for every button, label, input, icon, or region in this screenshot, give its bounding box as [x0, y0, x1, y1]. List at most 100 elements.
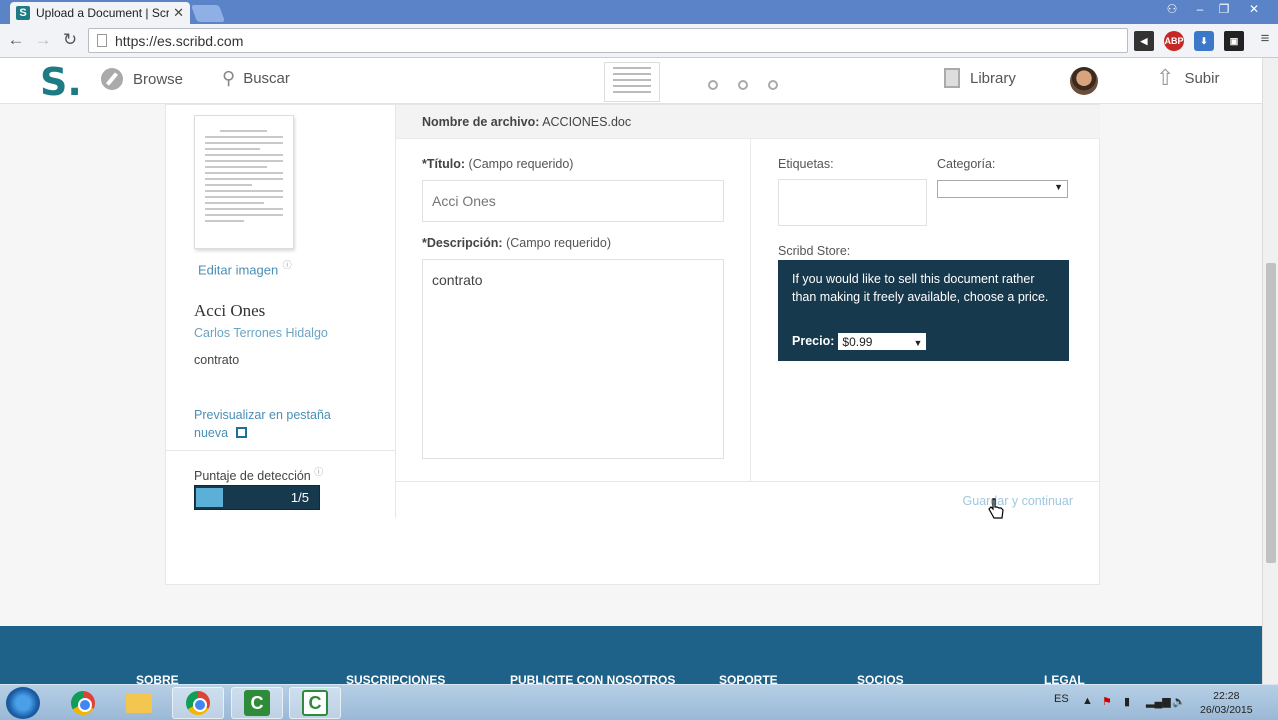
close-window-icon[interactable]: ✕ [1242, 2, 1266, 16]
form-side: Etiquetas: Categoría: ▼ Scribd Store: If… [751, 139, 1100, 481]
scribd-store-panel: If you would like to sell this document … [778, 260, 1069, 361]
score-label: Puntaje de detección [194, 469, 311, 484]
volume-icon[interactable]: 🔈 [1172, 695, 1186, 708]
scribd-logo[interactable]: S. [40, 60, 82, 104]
taskbar-camtasia-recorder[interactable]: C [289, 687, 341, 719]
extension-icon[interactable]: ▣ [1224, 31, 1244, 51]
minimize-icon[interactable]: – [1188, 2, 1212, 16]
price-label: Precio: [792, 334, 835, 348]
windows-taskbar: C C ES ▲ ⚑ ▮ ▂▄▆ 🔈 22:28 26/03/2015 [0, 684, 1278, 720]
network-icon[interactable]: ▂▄▆ [1146, 695, 1171, 708]
upload-label: Subir [1184, 69, 1220, 87]
upload-card: Editar imagen ⓘ Acci Ones Carlos Terrone… [165, 104, 1100, 585]
tags-label: Etiquetas: [778, 157, 834, 171]
site-header: S. Browse ⚲ Buscar Library ⇧ Subir [0, 58, 1262, 104]
form-main: *Título: (Campo requerido) *Descripción:… [396, 139, 751, 481]
score-value: 1/5 [290, 490, 309, 505]
price-row: Precio: $0.99 ▼ [792, 332, 927, 350]
show-hidden-icons-icon[interactable]: ▲ [1082, 695, 1093, 707]
system-clock[interactable]: 22:28 26/03/2015 [1200, 689, 1253, 717]
language-indicator[interactable]: ES [1054, 693, 1069, 705]
action-center-icon[interactable]: ⚑ [1102, 695, 1112, 708]
page-scrollbar[interactable] [1262, 58, 1278, 686]
url-text: https://es.scribd.com [115, 32, 244, 49]
upload-icon: ⇧ [1156, 65, 1175, 90]
profile-icon[interactable]: ⚇ [1160, 2, 1184, 16]
search-icon: ⚲ [222, 68, 236, 88]
filename-bar: Nombre de archivo: ACCIONES.doc [396, 105, 1100, 139]
taskbar-chrome[interactable] [57, 687, 109, 719]
address-bar[interactable]: https://es.scribd.com [88, 28, 1128, 53]
tags-input[interactable] [778, 179, 927, 226]
power-icon[interactable]: ▮ [1124, 695, 1130, 708]
adblock-plus-icon[interactable]: ABP [1164, 31, 1184, 51]
camtasia-recorder-icon: C [302, 690, 328, 716]
taskbar-chrome-active[interactable] [172, 687, 224, 719]
menu-icon[interactable]: ≡ [1254, 30, 1276, 47]
hand-cursor-icon [988, 498, 1004, 519]
step-dot [768, 80, 778, 90]
score-label-wrap: Puntaje de detección ⓘ [194, 465, 323, 483]
price-select[interactable]: $0.99 ▼ [838, 332, 927, 350]
site-footer: SOBRE SUSCRIPCIONES PUBLICITE CON NOSOTR… [0, 626, 1265, 687]
step-dot [708, 80, 718, 90]
page-icon [97, 34, 107, 47]
preview-label: Previsualizar en pestaña nueva [194, 408, 331, 440]
description-textarea[interactable]: contrato [422, 259, 724, 459]
browse-link[interactable]: Browse [101, 68, 183, 90]
progress-steps [708, 80, 778, 90]
browser-titlebar: S Upload a Document | Scri ✕ ⚇ – ❐ ✕ [0, 0, 1278, 24]
search-link[interactable]: ⚲ Buscar [222, 68, 290, 89]
category-label: Categoría: [937, 157, 996, 171]
author-link[interactable]: Carlos Terrones Hidalgo [194, 326, 328, 340]
preview-new-tab-link[interactable]: Previsualizar en pestaña nueva [194, 406, 364, 442]
browser-tab[interactable]: S Upload a Document | Scri ✕ [10, 2, 190, 24]
document-summary: Editar imagen ⓘ Acci Ones Carlos Terrone… [166, 105, 396, 518]
document-title: Acci Ones [194, 301, 266, 320]
category-select[interactable]: ▼ [937, 180, 1068, 198]
download-extension-icon[interactable]: ⬇ [1194, 31, 1214, 51]
scrollbar-thumb[interactable] [1266, 263, 1276, 563]
taskbar-camtasia[interactable]: C [231, 687, 283, 719]
document-description: contrato [194, 353, 240, 367]
edit-image-label: Editar imagen [198, 262, 279, 278]
new-tab-button[interactable] [190, 5, 226, 22]
search-label: Buscar [243, 70, 290, 87]
score-fill [196, 488, 223, 507]
dropdown-arrow-icon: ▼ [913, 337, 923, 348]
document-preview-thumbnail[interactable] [604, 62, 660, 102]
back-arrow-icon[interactable]: ← [5, 30, 27, 50]
chrome-icon [186, 691, 210, 715]
title-hint: (Campo requerido) [468, 157, 574, 171]
filename-value: ACCIONES.doc [542, 115, 632, 129]
library-link[interactable]: Library [944, 68, 1016, 88]
save-continue-button[interactable]: Guardar y continuar [963, 494, 1073, 508]
avatar[interactable] [1070, 67, 1098, 95]
camtasia-icon: C [244, 690, 270, 716]
store-label: Scribd Store: [778, 244, 851, 258]
start-button-icon[interactable] [6, 687, 40, 719]
title-input[interactable] [422, 180, 724, 222]
library-label: Library [970, 69, 1016, 87]
edit-image-link[interactable]: Editar imagen ⓘ [198, 258, 292, 279]
upload-link[interactable]: ⇧ Subir [1156, 65, 1219, 91]
browser-toolbar: ← → ↻ https://es.scribd.com ◀ ABP ⬇ ▣ ≡ [0, 24, 1278, 58]
info-icon: ⓘ [282, 260, 292, 270]
info-icon: ⓘ [314, 467, 324, 477]
description-hint: (Campo requerido) [506, 236, 611, 250]
description-label: *Descripción: [422, 236, 503, 250]
extension-speaker-icon[interactable]: ◀ [1134, 31, 1154, 51]
filename-label: Nombre de archivo: [422, 115, 540, 129]
restore-icon[interactable]: ❐ [1212, 2, 1236, 16]
title-label: *Título: [422, 157, 466, 171]
forward-arrow-icon[interactable]: → [32, 30, 54, 50]
reload-icon[interactable]: ↻ [59, 30, 81, 50]
taskbar-explorer[interactable] [113, 687, 165, 719]
close-tab-icon[interactable]: ✕ [173, 5, 184, 21]
browse-label: Browse [133, 70, 184, 88]
detection-score-bar: 1/5 [194, 485, 320, 510]
tab-title: Upload a Document | Scri [36, 6, 170, 20]
store-text: If you would like to sell this document … [792, 272, 1049, 304]
dropdown-arrow-icon: ▼ [1054, 182, 1063, 192]
step-dot [738, 80, 748, 90]
